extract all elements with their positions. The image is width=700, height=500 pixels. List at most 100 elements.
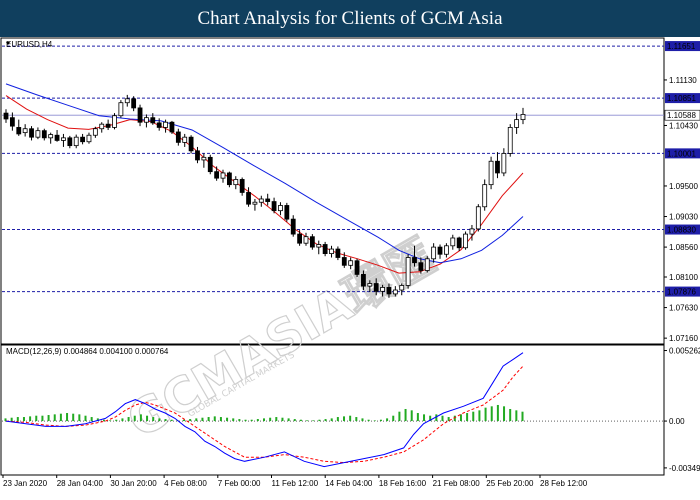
candle-body	[265, 198, 271, 202]
macd-histogram-bar	[423, 414, 426, 422]
price-tick-label: 1.11130	[669, 76, 697, 85]
candle-body	[482, 184, 488, 208]
candle-body	[29, 128, 34, 138]
candle-body	[188, 136, 194, 152]
candle	[99, 122, 105, 133]
candle-body	[73, 136, 79, 147]
candle-body	[348, 260, 354, 266]
macd-histogram-bar	[35, 415, 38, 422]
candle-body	[316, 244, 322, 248]
candle-body	[99, 123, 105, 130]
macd-histogram-bar	[189, 419, 192, 422]
candle	[271, 197, 277, 214]
macd-histogram-bar	[238, 419, 241, 422]
candle	[29, 126, 34, 141]
candle-body	[182, 136, 188, 143]
macd-histogram-bar	[139, 414, 142, 422]
candle	[169, 120, 175, 134]
candle	[239, 177, 245, 196]
candle	[73, 134, 79, 149]
macd-histogram-bar	[275, 417, 278, 422]
candle	[92, 126, 98, 138]
macd-histogram-bar	[226, 417, 229, 422]
candle-body	[35, 130, 41, 138]
candle-body	[61, 137, 66, 141]
watermark-main: GCMASIA環匯	[118, 228, 445, 449]
price-chart: GCMASIA環匯 GLOBAL CAPITAL MARKETS 1.11651…	[0, 37, 700, 488]
level-label: 1.08830	[667, 226, 696, 235]
candle	[252, 198, 258, 211]
macd-histogram-bar	[41, 415, 44, 422]
candle-body	[226, 172, 232, 186]
level-label: 1.07876	[667, 288, 696, 297]
candle-body	[361, 274, 366, 287]
candle-body	[520, 114, 526, 121]
time-tick-label: 14 Feb 04:00	[325, 479, 373, 488]
macd-histogram-bar	[318, 419, 321, 422]
macd-histogram-bar	[269, 417, 272, 422]
candle-body	[284, 205, 290, 220]
candle	[444, 243, 449, 258]
candle	[437, 244, 443, 259]
macd-histogram-bar	[232, 418, 235, 422]
candle	[54, 130, 60, 142]
macd-histogram-bar	[379, 419, 382, 422]
macd-histogram-bar	[496, 404, 499, 422]
candle	[424, 256, 430, 273]
candle	[144, 114, 149, 128]
candle-body	[456, 237, 462, 249]
macd-histogram-bar	[29, 416, 32, 422]
candle-body	[169, 121, 175, 133]
candle-body	[144, 117, 149, 123]
time-tick-label: 21 Feb 08:00	[433, 479, 481, 488]
level-label: 1.10851	[667, 94, 696, 103]
candle	[105, 119, 111, 131]
macd-histogram-bar	[349, 415, 352, 422]
candle	[195, 146, 200, 164]
time-tick-label: 28 Jan 04:00	[57, 479, 104, 488]
macd-histogram-bar	[244, 419, 247, 422]
macd-histogram-bar	[367, 419, 370, 422]
macd-histogram-bar	[164, 419, 167, 422]
candle-body	[131, 98, 137, 109]
macd-histogram-bar	[250, 419, 253, 422]
macd-histogram-bar	[219, 417, 222, 422]
macd-histogram-bar	[102, 419, 105, 422]
candle	[278, 202, 283, 216]
time-tick-label: 28 Feb 12:00	[540, 479, 588, 488]
candle	[354, 258, 360, 278]
candle-body	[424, 258, 430, 271]
candle-body	[354, 260, 360, 275]
candle	[35, 127, 41, 140]
macd-histogram-bar	[509, 408, 512, 422]
candle-body	[105, 123, 111, 128]
candle	[201, 153, 207, 168]
candle	[16, 119, 22, 136]
candle-body	[373, 283, 379, 292]
macd-histogram-bar	[459, 414, 462, 422]
candle-body	[271, 201, 277, 212]
candle-body	[399, 285, 405, 291]
candle-body	[309, 236, 315, 248]
candle-body	[341, 257, 347, 266]
candle	[48, 132, 54, 144]
candle	[118, 100, 124, 118]
candle-body	[322, 244, 328, 254]
macd-histogram-bar	[398, 411, 401, 422]
macd-histogram-bar	[361, 418, 364, 422]
macd-histogram-bar	[472, 411, 475, 422]
macd-histogram-bar	[373, 420, 376, 422]
macd-histogram-bar	[484, 407, 487, 422]
macd-histogram-bar	[263, 418, 265, 422]
candle-body	[92, 128, 98, 136]
macd-histogram-bar	[293, 419, 296, 422]
candle	[61, 133, 66, 147]
candle-body	[386, 287, 392, 295]
candle	[67, 135, 73, 149]
price-tick-label: 1.09030	[669, 213, 698, 222]
macd-tick-label: 0.005262	[669, 347, 700, 356]
time-tick-label: 23 Jan 2020	[3, 479, 48, 488]
chart-title: Chart Analysis for Clients of GCM Asia	[0, 0, 700, 37]
candle-body	[150, 117, 156, 124]
time-tick-label: 18 Feb 16:00	[379, 479, 427, 488]
